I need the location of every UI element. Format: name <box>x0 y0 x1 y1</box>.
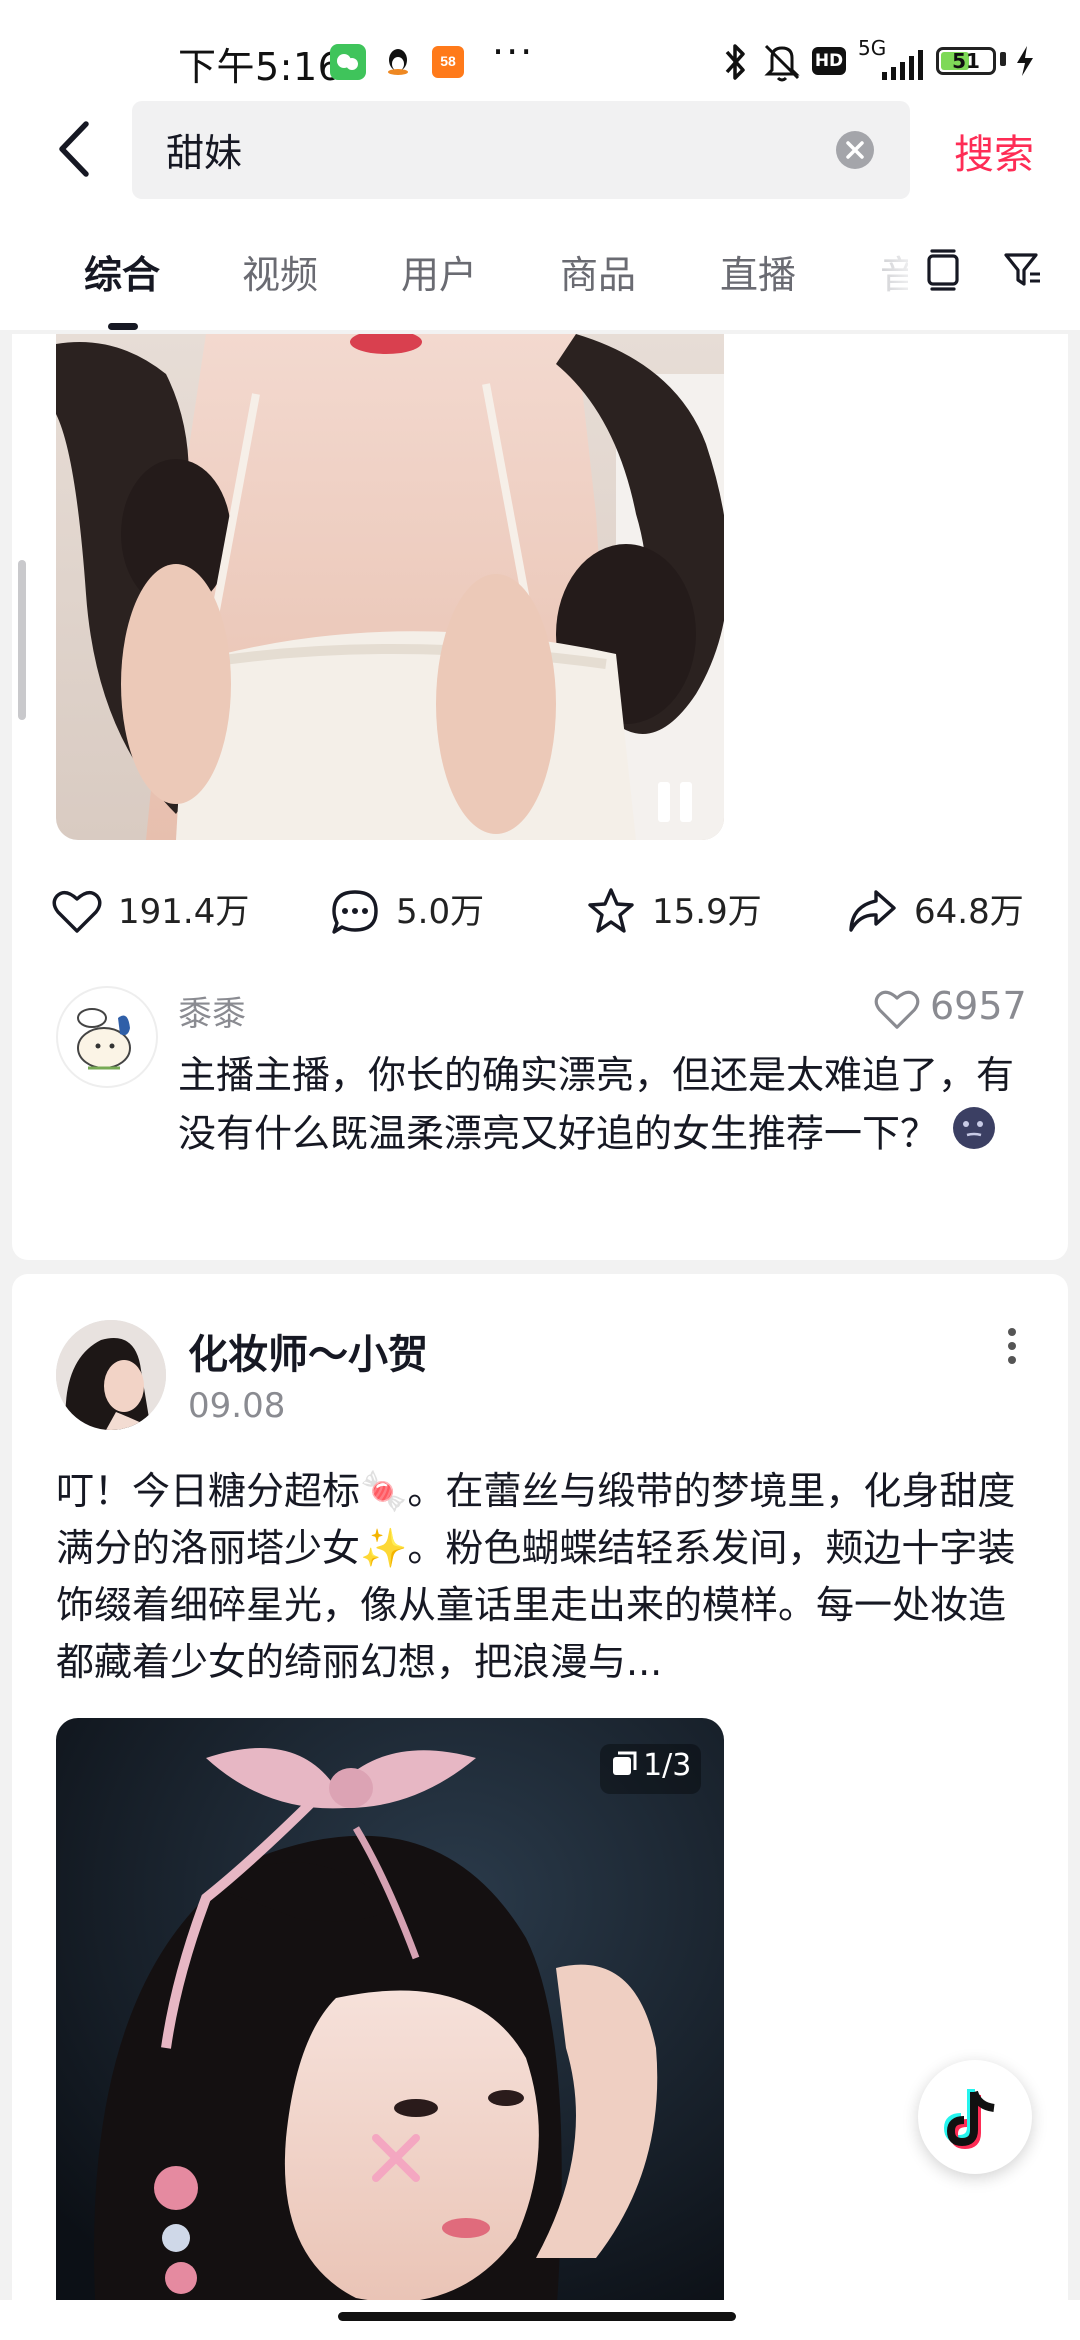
author-avatar[interactable] <box>56 1320 166 1430</box>
clear-search-button[interactable] <box>836 131 874 169</box>
floating-douyin-button[interactable] <box>918 2060 1032 2174</box>
mute-icon <box>762 40 802 88</box>
close-icon <box>846 141 864 159</box>
status-time: 下午5:16 <box>178 45 343 89</box>
comment-like-count[interactable]: 6957 <box>930 984 1027 1028</box>
wechat-app-icon <box>330 44 366 80</box>
search-button[interactable]: 搜索 <box>954 122 1034 180</box>
tab-users[interactable]: 用户 <box>401 244 477 299</box>
comment-like-icon[interactable] <box>874 988 920 1034</box>
filter-icon[interactable] <box>1003 250 1043 294</box>
post-image[interactable]: 1/3 <box>56 1718 724 2318</box>
share-count[interactable]: 64.8万 <box>914 884 1024 933</box>
comment-text: 主播主播，你长的确实漂亮，但还是太难追了，有没有什么既温柔漂亮又好追的女生推荐一… <box>178 1046 1018 1168</box>
battery-level: 51 <box>952 49 980 73</box>
back-button[interactable] <box>52 118 100 180</box>
bluetooth-icon <box>720 40 750 88</box>
commenter-avatar[interactable] <box>56 986 158 1088</box>
active-tab-indicator <box>108 323 138 330</box>
more-notifications-icon: ··· <box>492 30 535 74</box>
comment-text-content: 主播主播，你长的确实漂亮，但还是太难追了，有没有什么既温柔漂亮又好追的女生推荐一… <box>178 1053 1015 1156</box>
video-thumbnail[interactable] <box>56 334 724 840</box>
image-counter: 1/3 <box>643 1748 692 1783</box>
svg-text:58: 58 <box>440 53 456 69</box>
layout-toggle-icon[interactable] <box>924 248 962 296</box>
douyin-logo-icon <box>943 2089 995 2150</box>
search-input[interactable] <box>132 101 910 199</box>
favorite-star-icon[interactable] <box>586 886 636 940</box>
comment-icon[interactable] <box>330 888 380 940</box>
share-icon[interactable] <box>846 888 898 938</box>
like-icon[interactable] <box>52 888 102 938</box>
hd-icon: HD <box>812 47 846 75</box>
pause-icon[interactable] <box>654 778 696 830</box>
author-name[interactable]: 化妆师～小贺 <box>188 1322 428 1380</box>
58-app-icon: 58 <box>430 44 466 80</box>
search-query-text[interactable]: 甜妹 <box>166 122 242 177</box>
tab-products[interactable]: 商品 <box>560 244 636 299</box>
image-counter-badge: 1/3 <box>600 1744 702 1794</box>
post-caption[interactable]: 叮！今日糖分超标🍬。在蕾丝与缎带的梦境里，化身甜度满分的洛丽塔少女✨。粉色蝴蝶结… <box>56 1463 1026 1691</box>
favorite-count[interactable]: 15.9万 <box>652 884 762 933</box>
charging-icon <box>1014 44 1036 82</box>
tab-video[interactable]: 视频 <box>242 244 318 299</box>
scrollbar[interactable] <box>18 560 26 720</box>
commenter-name[interactable]: 黍黍 <box>178 986 246 1035</box>
battery-icon: 51 <box>936 47 996 75</box>
qq-app-icon <box>380 44 416 80</box>
tab-live[interactable]: 直播 <box>720 244 796 299</box>
like-count[interactable]: 191.4万 <box>118 884 249 933</box>
comment-count[interactable]: 5.0万 <box>396 884 484 933</box>
signal-icon <box>880 50 926 84</box>
more-options-icon[interactable] <box>1006 1326 1018 1370</box>
tab-comprehensive[interactable]: 综合 <box>84 244 160 299</box>
gallery-icon <box>610 1750 638 1782</box>
moon-emoji-icon <box>950 1104 998 1168</box>
post-date: 09.08 <box>188 1386 286 1426</box>
back-arrow-icon <box>59 121 89 177</box>
home-indicator[interactable] <box>338 2312 736 2321</box>
